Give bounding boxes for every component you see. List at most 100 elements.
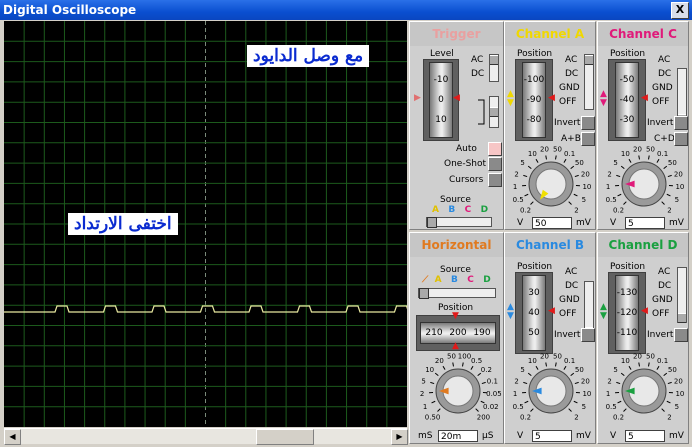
knob-tick — [568, 201, 572, 205]
knob-scale-label: 50 — [668, 159, 677, 167]
horizontal-scrollbar[interactable]: ◀ ▶ — [4, 428, 408, 445]
channel-c-volts-knob[interactable]: 0.2 0.5 1 2 5 10 20 50 0.1 50 20 10 5 2 — [598, 144, 690, 224]
channel-d-position-drum[interactable]: -130 -120 -110 — [615, 275, 639, 351]
channel-a-invert-button[interactable] — [581, 116, 595, 130]
knob-scale-label: 0.02 — [483, 403, 499, 411]
channel-b-volts-input[interactable]: 5 — [532, 430, 572, 442]
knob-scale-label: 2 — [574, 413, 578, 421]
knob-tick — [648, 362, 650, 367]
knob-scale-label: 200 — [477, 413, 490, 421]
channel-c-volts-input[interactable]: 5 — [625, 217, 665, 229]
horizontal-marker-bottom-icon: ▲ — [452, 341, 459, 351]
knob-tick — [442, 365, 446, 370]
channel-a-volts-knob[interactable]: 0.2 0.5 1 2 5 10 20 50 0.1 50 20 10 5 2 — [505, 144, 597, 224]
knob-tick — [573, 193, 578, 197]
knob-scale-label: 20 — [633, 146, 642, 154]
knob-tick — [617, 193, 622, 197]
scroll-left-arrow-icon[interactable]: ◀ — [4, 429, 21, 445]
scroll-right-arrow-icon[interactable]: ▶ — [391, 429, 408, 445]
timebase-input[interactable]: 20m — [438, 430, 478, 442]
channel-c-updown-arrow-icon: ▲ ▼ — [600, 89, 607, 108]
one-shot-button[interactable] — [488, 157, 502, 171]
scroll-thumb[interactable] — [256, 429, 314, 445]
ramp-icon: ⟋ — [422, 275, 429, 285]
knob-scale-label: 10 — [621, 357, 630, 365]
knob-scale-label: 5 — [582, 403, 586, 411]
knob-dial: 0.20.51251020 500.150201052 — [513, 146, 592, 215]
timebase-knob[interactable]: 0.50 1 2 5 10 20 50 100 0.5 0.2 0.1 0.05 0.02 200 — [412, 351, 504, 431]
channel-d-marker-icon: ◀ — [641, 306, 648, 316]
knob-scale-label: 20 — [674, 377, 683, 385]
knob-scale-label: 20 — [581, 377, 590, 385]
knob-scale-label: 20 — [581, 170, 590, 178]
channel-c-position-drum[interactable]: -50 -40 -30 — [615, 62, 639, 138]
channel-d-invert-button[interactable] — [674, 328, 688, 342]
trigger-coupling-switch[interactable] — [489, 54, 499, 82]
channel-a-position-drum[interactable]: -100 -90 -80 — [522, 62, 546, 138]
channel-b-volts-knob[interactable]: 0.2 0.5 1 2 5 10 20 50 0.1 50 20 10 5 2 — [505, 351, 597, 431]
trigger-source-slider[interactable] — [426, 217, 492, 228]
channel-a-coupling-switch[interactable] — [584, 54, 594, 110]
note-label-left: اختفى الارتداد — [68, 213, 178, 235]
close-button[interactable]: X — [671, 2, 689, 19]
knob-tick — [628, 365, 632, 370]
cursors-button[interactable] — [488, 173, 502, 187]
knob-tick — [545, 362, 547, 367]
knob-tick — [623, 201, 627, 205]
knob-tick — [431, 400, 436, 404]
knob-tick — [656, 365, 660, 370]
knob-scale-label: 10 — [528, 150, 537, 158]
knob-tick — [535, 365, 539, 370]
knob-scale-label: 0.5 — [606, 196, 617, 204]
channel-c-panel: Channel C Position -50 -40 -30 ▲ ▼ ◀ AC D… — [597, 21, 689, 230]
knob-scale-label: 0.1 — [564, 150, 575, 158]
channel-b-panel: Channel B Position 30 40 50 ▲ ▼ ◀ AC DC G… — [504, 232, 596, 444]
knob-scale-label: 2 — [607, 170, 611, 178]
auto-button[interactable] — [488, 142, 502, 156]
channel-b-title: Channel B — [505, 233, 595, 257]
knob-scale-label: 1 — [606, 183, 610, 191]
channel-b-position-drum[interactable]: 30 40 50 — [522, 275, 546, 351]
knob-tick — [616, 381, 621, 385]
trigger-panel: Trigger Level -10 0 10 ▶ ◀ AC DC Auto On… — [409, 21, 504, 230]
channel-a-volts-input[interactable]: 50 — [532, 217, 572, 229]
knob-scale-label: 10 — [621, 150, 630, 158]
channel-d-volts-knob[interactable]: 0.2 0.5 1 2 5 10 20 50 0.1 50 20 10 5 2 — [598, 351, 690, 431]
knob-tick — [620, 165, 625, 169]
channel-d-volts-input[interactable]: 5 — [625, 430, 665, 442]
channel-c-invert-button[interactable] — [674, 116, 688, 130]
knob-tick — [623, 408, 627, 412]
knob-tick — [574, 381, 579, 385]
knob-tick — [648, 155, 650, 160]
oscilloscope-screen: مع وصل الدايود اختفى الارتداد — [4, 21, 458, 427]
channel-a-panel: Channel A Position -100 -90 -80 ▲ ▼ ◀ AC … — [504, 21, 596, 230]
channel-b-updown-arrow-icon: ▲ ▼ — [507, 302, 514, 321]
knob-tick — [470, 365, 474, 370]
channel-b-invert-button[interactable] — [581, 328, 595, 342]
level-drum[interactable]: -10 0 10 — [429, 62, 453, 138]
horizontal-marker-top-icon: ▼ — [452, 311, 459, 321]
channel-c-title: Channel C — [598, 22, 688, 46]
channel-d-coupling-switch[interactable] — [677, 267, 687, 323]
knob-cap — [535, 168, 567, 200]
trigger-edge-switch[interactable] — [489, 96, 499, 128]
knob-scale-label: 0.1 — [487, 377, 498, 385]
title-bar[interactable]: Digital Oscilloscope X — [0, 0, 692, 20]
knob-scale-label: 1 — [606, 390, 610, 398]
horizontal-source-slider[interactable] — [418, 288, 496, 299]
knob-scale-label: 5 — [582, 196, 586, 204]
scope-grid — [4, 21, 458, 427]
knob-scale-label: 0.05 — [486, 390, 502, 398]
knob-tick — [555, 155, 557, 160]
knob-scale-label: 50 — [553, 146, 562, 154]
knob-scale-label: 0.5 — [606, 403, 617, 411]
knob-tick — [481, 381, 486, 385]
knob-dial: 0.20.51251020 500.150201052 — [606, 353, 685, 422]
knob-tick — [523, 174, 528, 178]
knob-tick — [661, 201, 665, 205]
knob-tick — [570, 165, 575, 169]
knob-scale-label: 10 — [675, 183, 684, 191]
knob-tick — [628, 158, 632, 163]
knob-scale-label: 20 — [540, 146, 549, 154]
knob-scale-label: 50 — [646, 353, 655, 361]
